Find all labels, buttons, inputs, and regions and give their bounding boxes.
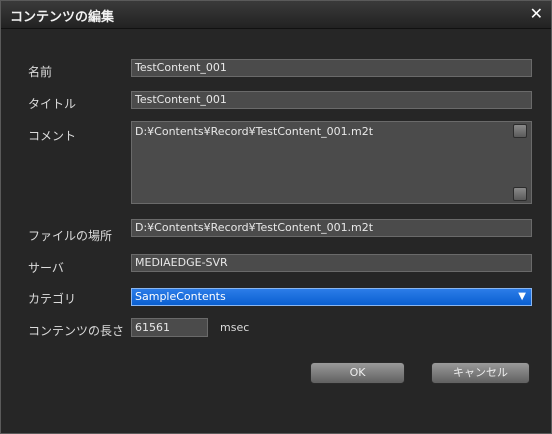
- duration-label: コンテンツの長さ: [28, 324, 125, 338]
- file-path-label: ファイルの場所: [28, 229, 113, 243]
- name-field[interactable]: TestContent_001: [131, 59, 532, 77]
- title-field[interactable]: TestContent_001: [131, 91, 532, 109]
- edit-content-dialog: コンテンツの編集 ✕ 名前 TestContent_001 タイトル TestC…: [0, 0, 552, 434]
- category-label: カテゴリ: [28, 292, 77, 306]
- server-label: サーバ: [28, 261, 64, 275]
- scroll-down-icon[interactable]: [513, 187, 527, 201]
- duration-unit: msec: [220, 321, 250, 334]
- close-icon[interactable]: ✕: [530, 4, 543, 23]
- server-field[interactable]: MEDIAEDGE-SVR: [131, 254, 532, 272]
- title-label: タイトル: [28, 97, 77, 111]
- comment-scrollbar[interactable]: [513, 124, 529, 201]
- category-value: SampleContents: [135, 290, 226, 303]
- comment-label: コメント: [28, 129, 77, 143]
- duration-field[interactable]: 61561: [131, 318, 208, 337]
- cancel-button[interactable]: キャンセル: [431, 362, 530, 384]
- ok-button[interactable]: OK: [310, 362, 405, 384]
- chevron-down-icon[interactable]: ▼: [518, 289, 526, 305]
- name-label: 名前: [28, 65, 53, 79]
- dialog-title: コンテンツの編集: [10, 10, 115, 25]
- scroll-up-icon[interactable]: [513, 124, 527, 138]
- comment-textarea[interactable]: D:¥Contents¥Record¥TestContent_001.m2t: [131, 121, 532, 204]
- title-bar[interactable]: コンテンツの編集 ✕: [1, 1, 551, 29]
- comment-text: D:¥Contents¥Record¥TestContent_001.m2t: [135, 125, 374, 138]
- category-select[interactable]: SampleContents ▼: [131, 288, 532, 306]
- file-path-field[interactable]: D:¥Contents¥Record¥TestContent_001.m2t: [131, 219, 532, 237]
